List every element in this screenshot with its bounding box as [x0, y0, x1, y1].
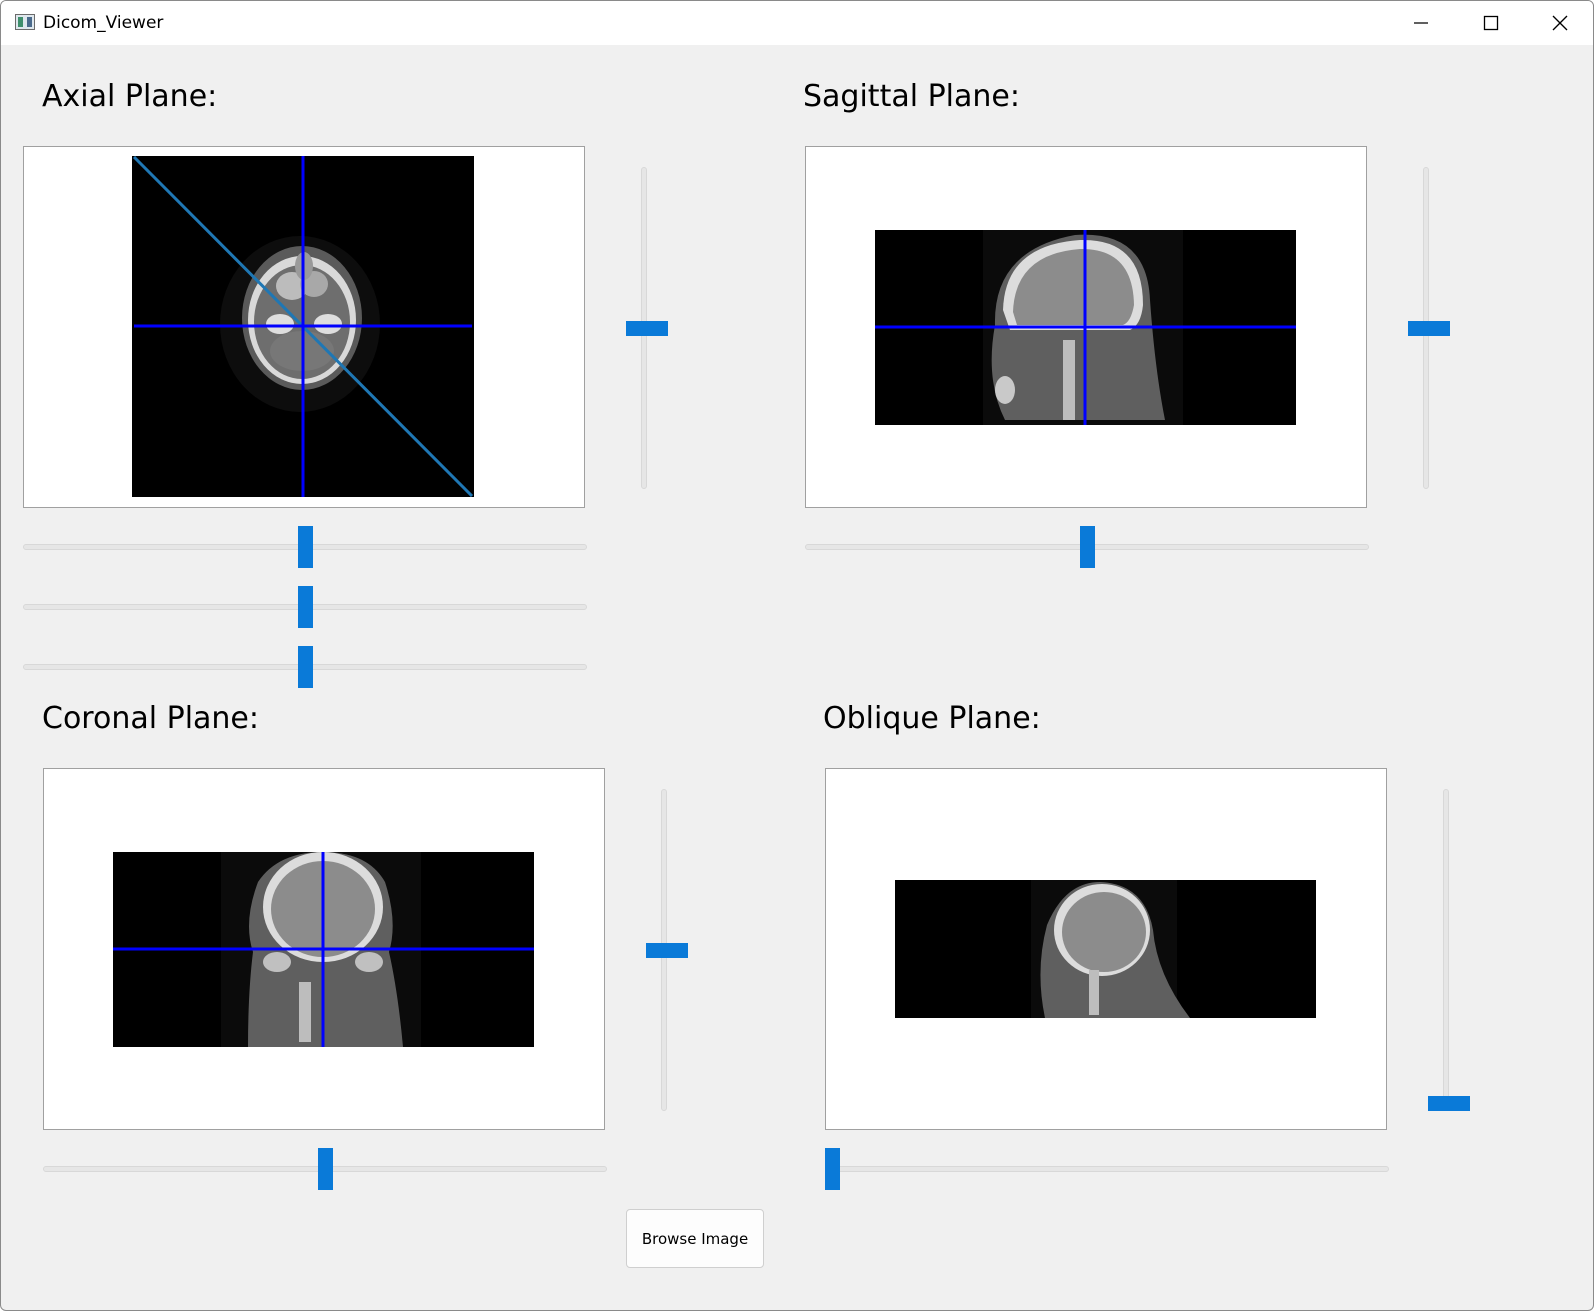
sagittal-plane-label: Sagittal Plane:: [803, 79, 1020, 114]
axial-horizontal-slider-1-thumb[interactable]: [297, 526, 313, 568]
coronal-scan-graphic: [113, 852, 534, 1047]
axial-view[interactable]: [23, 146, 585, 508]
axial-plane-label: Axial Plane:: [42, 79, 218, 114]
window-title: Dicom_Viewer: [43, 13, 164, 33]
app-icon: [15, 14, 35, 30]
coronal-view[interactable]: [43, 768, 605, 1130]
oblique-view[interactable]: [825, 768, 1387, 1130]
minimize-icon: [1414, 22, 1428, 24]
minimize-button[interactable]: [1386, 1, 1456, 45]
oblique-vertical-slider-thumb[interactable]: [1428, 1096, 1470, 1111]
sagittal-scan-graphic: [875, 230, 1296, 425]
axial-vertical-slider-thumb[interactable]: [626, 320, 668, 336]
oblique-horizontal-slider[interactable]: [825, 1166, 1389, 1172]
oblique-vertical-slider[interactable]: [1443, 789, 1449, 1111]
oblique-horizontal-slider-thumb[interactable]: [825, 1148, 840, 1190]
axial-horizontal-slider-2-thumb[interactable]: [297, 586, 313, 628]
title-bar: Dicom_Viewer: [1, 1, 1593, 45]
oblique-scan-graphic: [1031, 880, 1190, 1018]
close-button[interactable]: [1525, 1, 1593, 45]
coronal-image[interactable]: [113, 852, 534, 1047]
oblique-image[interactable]: [895, 880, 1316, 1018]
axial-image[interactable]: [132, 156, 474, 497]
maximize-button[interactable]: [1456, 1, 1526, 45]
maximize-icon: [1483, 15, 1499, 31]
sagittal-vertical-slider-thumb[interactable]: [1408, 320, 1450, 336]
coronal-vertical-slider-thumb[interactable]: [646, 942, 688, 958]
coronal-horizontal-slider-thumb[interactable]: [317, 1148, 333, 1190]
browse-image-button[interactable]: Browse Image: [626, 1209, 764, 1268]
sagittal-view[interactable]: [805, 146, 1367, 508]
sagittal-horizontal-slider-thumb[interactable]: [1079, 526, 1095, 568]
axial-scan-graphic: [132, 156, 474, 497]
app-window: Dicom_Viewer Axial Plane: Sagittal Plane…: [0, 0, 1594, 1311]
close-icon: [1552, 15, 1568, 31]
coronal-plane-label: Coronal Plane:: [42, 701, 259, 736]
sagittal-image[interactable]: [875, 230, 1296, 425]
oblique-plane-label: Oblique Plane:: [823, 701, 1041, 736]
axial-horizontal-slider-3-thumb[interactable]: [297, 646, 313, 688]
